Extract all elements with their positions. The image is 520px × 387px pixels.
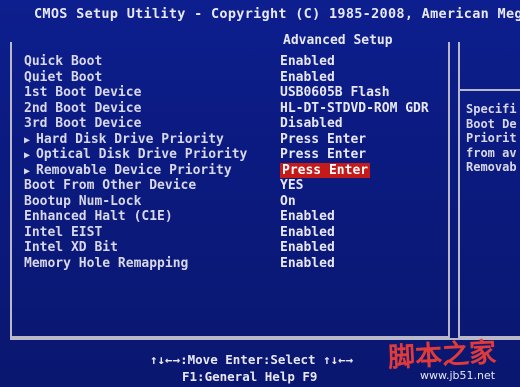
bios-screen: CMOS Setup Utility - Copyright (C) 1985-… — [0, 0, 520, 387]
setting-value[interactable]: On — [280, 194, 296, 209]
footer-help-hint: F1:General Help F9 — [182, 369, 318, 384]
help-divider — [460, 89, 520, 91]
setting-label[interactable]: Quick Boot — [24, 54, 102, 69]
footer-nav-hint: ↑↓←→:Move Enter:Select ↑↓←→ — [150, 352, 354, 367]
setting-label-text: Removable Device Priority — [36, 162, 232, 178]
setting-label[interactable]: ▶ Optical Disk Drive Priority — [24, 147, 247, 162]
setting-value[interactable]: YES — [280, 178, 303, 193]
setting-label[interactable]: Enhanced Halt (C1E) — [24, 209, 173, 224]
submenu-arrow-icon: ▶ — [24, 165, 31, 177]
submenu-arrow-icon: ▶ — [24, 134, 31, 146]
setting-label[interactable]: ▶ Removable Device Priority — [24, 163, 232, 178]
help-panel — [458, 42, 520, 338]
setting-value[interactable]: Press Enter — [280, 147, 366, 162]
setting-value[interactable]: Press Enter — [280, 132, 366, 147]
setting-label-text: Hard Disk Drive Priority — [36, 131, 224, 147]
setting-value[interactable]: Enabled — [280, 209, 335, 224]
setting-value[interactable]: Enabled — [280, 240, 335, 255]
setting-label[interactable]: Boot From Other Device — [24, 178, 196, 193]
setting-value[interactable]: Disabled — [280, 116, 343, 131]
setting-value[interactable]: USB0605B Flash — [280, 85, 390, 100]
setting-value[interactable]: Enabled — [280, 70, 335, 85]
setting-value-selected[interactable]: Press Enter — [280, 162, 371, 178]
help-text: Specifi Boot De Priorit from av Removab — [466, 102, 517, 174]
setting-label[interactable]: Memory Hole Remapping — [24, 256, 188, 271]
setting-label-text: Optical Disk Drive Priority — [36, 147, 248, 162]
window-title: CMOS Setup Utility - Copyright (C) 1985-… — [34, 6, 520, 22]
setting-value[interactable]: Enabled — [280, 54, 335, 69]
setting-label[interactable]: Bootup Num-Lock — [24, 194, 141, 209]
setting-label[interactable]: 2nd Boot Device — [24, 101, 141, 116]
setting-label[interactable]: Intel EIST — [24, 225, 102, 240]
submenu-arrow-icon: ▶ — [24, 150, 31, 161]
setting-label[interactable]: Intel XD Bit — [24, 240, 118, 255]
setting-label[interactable]: 1st Boot Device — [24, 85, 141, 100]
watermark-url: www.jb51.net — [420, 369, 496, 382]
setting-label[interactable]: ▶ Hard Disk Drive Priority — [24, 132, 224, 147]
setting-value[interactable]: Enabled — [280, 256, 335, 271]
setting-label[interactable]: 3rd Boot Device — [24, 116, 141, 131]
setting-value[interactable]: Enabled — [280, 225, 335, 240]
setting-value[interactable]: HL-DT-STDVD-ROM GDR — [280, 101, 429, 116]
setting-label[interactable]: Quiet Boot — [24, 70, 102, 85]
